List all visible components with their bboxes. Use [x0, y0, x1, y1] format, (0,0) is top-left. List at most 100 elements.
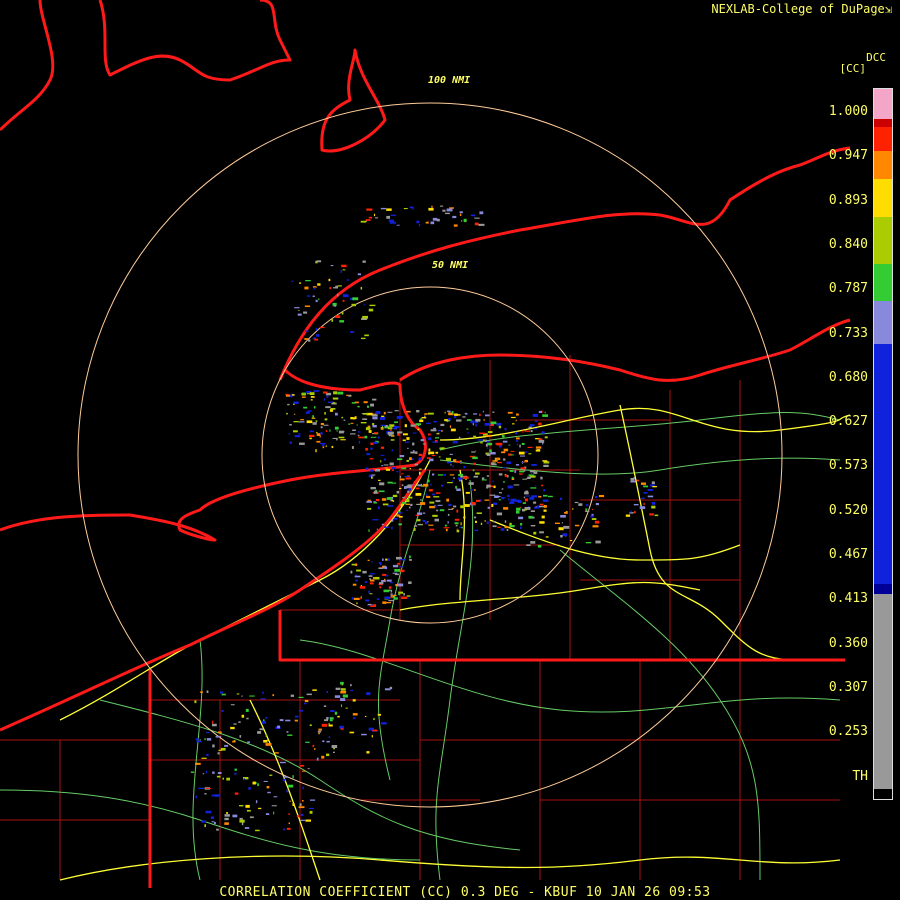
echo-pixel [501, 488, 504, 490]
echo-pixel [383, 589, 390, 593]
echo-pixel [548, 495, 553, 498]
echo-pixel [502, 467, 507, 469]
echo-pixel [535, 485, 537, 487]
echo-pixel [304, 305, 311, 307]
echo-pixel [491, 462, 495, 465]
echo-pixel [332, 402, 336, 404]
echo-pixel [636, 479, 639, 482]
echo-pixel [472, 456, 478, 460]
echo-pixel [461, 220, 463, 222]
echo-pixel [364, 581, 368, 583]
echo-pixel [410, 451, 416, 454]
echo-pixel [244, 827, 250, 829]
echo-pixel [405, 477, 412, 480]
echo-pixel [365, 599, 370, 602]
echo-pixel [292, 803, 295, 806]
echo-pixel [354, 401, 359, 404]
echo-pixel [211, 821, 215, 823]
echo-pixel [503, 458, 506, 461]
scale-tick-label: 1.000 [828, 104, 868, 119]
echo-pixel [305, 819, 311, 822]
echo-pixel [315, 420, 318, 422]
echo-pixel [391, 526, 393, 530]
echo-pixel [445, 457, 451, 461]
echo-pixel [515, 431, 517, 435]
echo-pixel [416, 410, 420, 413]
echo-pixel [375, 411, 381, 414]
echo-pixel [529, 497, 535, 500]
product-caption: CORRELATION COEFFICIENT (CC) 0.3 DEG - K… [219, 885, 711, 900]
echo-pixel [426, 457, 431, 459]
scale-segment [874, 127, 892, 151]
echo-pixel [524, 509, 527, 511]
echo-pixel [317, 283, 321, 286]
echo-pixel [652, 486, 657, 488]
echo-pixel [416, 519, 421, 522]
echo-pixel [329, 717, 334, 720]
echo-pixel [392, 427, 396, 429]
echo-pixel [298, 421, 305, 423]
echo-pixel [308, 339, 311, 342]
echo-pixel [380, 460, 382, 463]
echo-pixel [236, 693, 240, 695]
echo-pixel [190, 771, 195, 773]
echo-pixel [432, 441, 439, 443]
echo-pixel [457, 414, 461, 416]
echo-pixel [212, 744, 215, 748]
echo-pixel [248, 787, 251, 790]
echo-pixel [510, 454, 514, 456]
echo-pixel [350, 417, 354, 420]
echo-pixel [255, 800, 258, 804]
echo-pixel [263, 740, 268, 743]
echo-pixel [433, 496, 440, 498]
echo-pixel [634, 511, 636, 514]
echo-pixel [511, 476, 514, 479]
echo-pixel [472, 469, 475, 472]
echo-pixel [543, 461, 550, 464]
echo-pixel [410, 421, 412, 425]
echo-pixel [380, 454, 385, 456]
echo-pixel [594, 520, 600, 524]
echo-pixel [285, 719, 291, 722]
echo-pixel [465, 491, 470, 494]
echo-pixel [299, 442, 305, 445]
echo-pixel [475, 424, 478, 427]
echo-pixel [343, 419, 346, 421]
echo-pixel [427, 412, 434, 415]
echo-pixel [484, 439, 487, 442]
echo-pixel [289, 441, 292, 444]
echo-pixel [239, 735, 242, 738]
echo-pixel [436, 509, 439, 512]
echo-pixel [282, 778, 286, 782]
echo-pixel [241, 695, 243, 697]
echo-pixel [369, 304, 376, 307]
echo-pixel [312, 415, 314, 418]
echo-pixel [324, 418, 328, 421]
echo-pixel [286, 412, 288, 415]
echo-pixel [308, 807, 314, 810]
echo-pixel [524, 430, 531, 432]
echo-pixel [323, 424, 329, 426]
echo-pixel [406, 410, 411, 413]
echo-pixel [487, 431, 493, 433]
echo-pixel [385, 575, 389, 577]
radar-map: 100 NMI 50 NMI [0, 0, 851, 888]
echo-pixel [400, 503, 403, 507]
echo-pixel [217, 752, 220, 755]
color-scale-bar [873, 88, 893, 800]
echo-pixel [335, 412, 338, 416]
echo-pixel [311, 417, 316, 419]
echo-pixel [479, 432, 486, 435]
echo-pixel [378, 567, 384, 569]
echo-pixel [360, 596, 362, 598]
echo-pixel [362, 315, 368, 319]
echo-pixel [491, 504, 494, 507]
echo-pixel [456, 488, 461, 491]
echo-pixel [500, 528, 505, 531]
echo-pixel [651, 505, 656, 509]
echo-pixel [538, 439, 545, 443]
echo-pixel [302, 800, 304, 802]
echo-pixel [510, 498, 517, 502]
echo-pixel [286, 731, 289, 733]
echo-pixel [413, 480, 415, 483]
